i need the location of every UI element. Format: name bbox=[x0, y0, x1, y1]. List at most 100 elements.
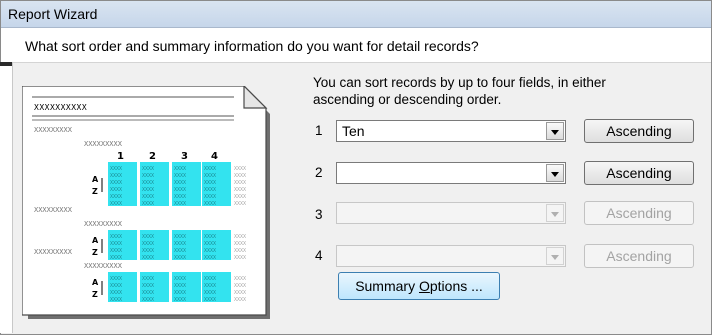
preview-column-number: 1 bbox=[117, 151, 124, 162]
preview-cell-text: XXXX bbox=[142, 173, 154, 179]
sort-ascending-icon: A bbox=[92, 278, 99, 287]
left-sidebar bbox=[0, 62, 13, 333]
preview-cell-text: XXXX bbox=[174, 180, 186, 186]
preview-column-number: 4 bbox=[211, 151, 218, 162]
preview-cell-text: XXXX bbox=[204, 290, 216, 296]
preview-cell-text: XXXX bbox=[110, 283, 122, 289]
dropdown-arrow-icon[interactable] bbox=[546, 204, 564, 222]
title-bar: Report Wizard bbox=[1, 1, 711, 28]
preview-cell-text: XXXX bbox=[142, 255, 154, 261]
preview-cell-text: XXXX bbox=[110, 187, 122, 193]
preview-cell-text: XXXX bbox=[204, 297, 216, 303]
folded-page-icon: XXXXXXXXXXXXXXXXXXXXXXXXXXXX1 2 3 4XXXXXXXX… bbox=[22, 86, 270, 319]
summary-options-button[interactable]: Summary Options ... bbox=[338, 272, 500, 300]
sort-order-2-button[interactable]: Ascending bbox=[584, 161, 694, 185]
sort-ascending-icon: Z bbox=[92, 290, 98, 299]
preview-cell-text: XXXX bbox=[174, 173, 186, 179]
preview-cell-text: XXXX bbox=[142, 180, 154, 186]
preview-cell-text: XXXX bbox=[110, 241, 122, 247]
sort-order-4-button[interactable]: Ascending bbox=[584, 244, 694, 268]
sidebar-accent bbox=[0, 62, 12, 66]
preview-cell-text: XXXX bbox=[110, 276, 122, 282]
preview-group-label: XXXXXXXXX bbox=[84, 220, 123, 228]
sort-order-1-button[interactable]: Ascending bbox=[584, 119, 694, 143]
preview-cell-text: XXXX bbox=[142, 290, 154, 296]
preview-cell-text: XXXX bbox=[234, 173, 246, 179]
preview-column-number: 2 bbox=[149, 151, 156, 162]
dropdown-arrow-icon[interactable] bbox=[546, 164, 564, 182]
preview-cell-text: XXXX bbox=[174, 234, 186, 240]
preview-cell-text: XXXX bbox=[204, 166, 216, 172]
preview-cell-text: XXXX bbox=[234, 187, 246, 193]
preview-cell-text: XXXX bbox=[142, 276, 154, 282]
preview-cell-text: XXXX bbox=[204, 201, 216, 207]
preview-cell-text: XXXX bbox=[110, 166, 122, 172]
question-text: What sort order and summary information … bbox=[25, 38, 479, 54]
preview-cell-text: XXXX bbox=[234, 283, 246, 289]
sort-instructions-line1: You can sort records by up to four field… bbox=[313, 75, 606, 90]
preview-column-number: 3 bbox=[181, 151, 188, 162]
sort-row-2-number: 2 bbox=[315, 165, 323, 180]
summary-label-a: Summary bbox=[355, 278, 419, 294]
preview-cell-text: XXXX bbox=[174, 166, 186, 172]
sort-instructions-line2: ascending or descending order. bbox=[313, 92, 502, 107]
preview-cell-text: XXXX bbox=[234, 166, 246, 172]
sort-field-3-combo[interactable] bbox=[336, 202, 566, 224]
sort-field-1-combo[interactable]: Ten bbox=[336, 120, 566, 142]
preview-cell-text: XXXX bbox=[110, 173, 122, 179]
preview-cell-text: XXXX bbox=[142, 201, 154, 207]
preview-cell-text: XXXX bbox=[142, 248, 154, 254]
preview-cell-text: XXXX bbox=[204, 187, 216, 193]
preview-cell-text: XXXX bbox=[234, 194, 246, 200]
preview-cell-text: XXXX bbox=[204, 276, 216, 282]
sort-ascending-icon: A bbox=[92, 175, 99, 184]
preview-cell-text: XXXX bbox=[110, 255, 122, 261]
preview-group-label: XXXXXXXXX bbox=[84, 262, 123, 270]
preview-cell-text: XXXX bbox=[204, 248, 216, 254]
preview-cell-text: XXXX bbox=[234, 290, 246, 296]
preview-cell-text: XXXX bbox=[234, 201, 246, 207]
dropdown-arrow-icon[interactable] bbox=[546, 247, 564, 265]
preview-cell-text: XXXX bbox=[110, 180, 122, 186]
preview-cell-text: XXXX bbox=[204, 180, 216, 186]
sort-order-3-button[interactable]: Ascending bbox=[584, 201, 694, 225]
sort-row-3-number: 3 bbox=[315, 207, 323, 222]
preview-cell-text: XXXX bbox=[110, 248, 122, 254]
preview-cell-text: XXXX bbox=[174, 290, 186, 296]
preview-cell-text: XXXX bbox=[204, 283, 216, 289]
question-banner: What sort order and summary information … bbox=[1, 28, 711, 63]
preview-cell-text: XXXX bbox=[142, 194, 154, 200]
report-preview-illustration: XXXXXXXXXX XXXXXXXXX XXXXXXXXX 1 2 3 4 XXXX XXXX… bbox=[22, 86, 270, 319]
preview-cell-text: XXXX bbox=[110, 297, 122, 303]
sort-row-1-number: 1 bbox=[315, 123, 323, 138]
preview-cell-text: XXXX bbox=[234, 248, 246, 254]
preview-cell-text: XXXX bbox=[142, 166, 154, 172]
sort-field-4-combo[interactable] bbox=[336, 245, 566, 267]
preview-cell-text: XXXX bbox=[174, 297, 186, 303]
preview-cell-text: XXXX bbox=[142, 297, 154, 303]
dropdown-arrow-icon[interactable] bbox=[546, 122, 564, 140]
preview-cell-text: XXXX bbox=[174, 248, 186, 254]
preview-cell-text: XXXX bbox=[234, 297, 246, 303]
preview-group-label: XXXXXXXXX bbox=[84, 140, 123, 148]
preview-cell-text: XXXX bbox=[174, 255, 186, 261]
preview-cell-text: XXXX bbox=[174, 194, 186, 200]
preview-cell-text: XXXX bbox=[204, 173, 216, 179]
preview-cell-text: XXXX bbox=[110, 201, 122, 207]
preview-cell-text: XXXX bbox=[204, 241, 216, 247]
preview-group-label: XXXXXXXXX bbox=[34, 248, 73, 256]
preview-cell-text: XXXX bbox=[234, 255, 246, 261]
sort-ascending-icon: Z bbox=[92, 248, 98, 257]
preview-group-label: XXXXXXXXX bbox=[34, 126, 73, 134]
preview-cell-text: XXXX bbox=[174, 241, 186, 247]
preview-cell-text: XXXX bbox=[174, 201, 186, 207]
summary-label-b: ptions ... bbox=[429, 278, 483, 294]
preview-cell-text: XXXX bbox=[234, 180, 246, 186]
sort-field-2-combo[interactable] bbox=[336, 162, 566, 184]
preview-cell-text: XXXX bbox=[174, 276, 186, 282]
preview-cell-text: XXXX bbox=[234, 276, 246, 282]
sort-ascending-icon: Z bbox=[92, 187, 98, 196]
summary-label-mnemonic: O bbox=[418, 278, 430, 294]
preview-cell-text: XXXX bbox=[234, 241, 246, 247]
sort-field-1-value: Ten bbox=[342, 123, 365, 139]
